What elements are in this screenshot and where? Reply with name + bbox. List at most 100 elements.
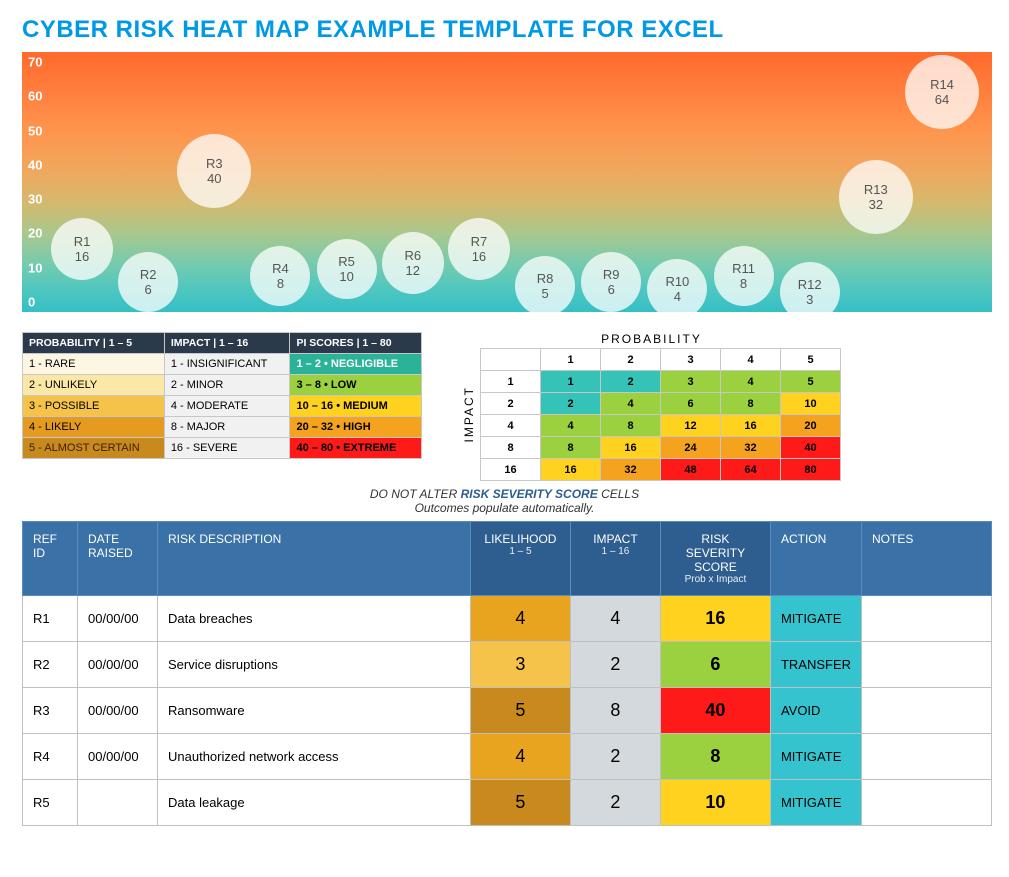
matrix-cell: 80 <box>781 459 841 481</box>
matrix-cell: 16 <box>601 437 661 459</box>
bubble-r9: R96 <box>581 252 641 312</box>
table-row: R400/00/00Unauthorized network access428… <box>23 734 992 780</box>
cell-likelihood: 5 <box>470 780 570 826</box>
legend-pi: 20 – 32 • HIGH <box>290 417 422 438</box>
matrix-col-header: 5 <box>781 349 841 371</box>
legend-impact: 8 - MAJOR <box>164 417 290 438</box>
matrix-row-header: 2 <box>481 393 541 415</box>
legend-impact: 4 - MODERATE <box>164 396 290 417</box>
cell-desc: Ransomware <box>158 688 471 734</box>
cell-impact: 2 <box>570 780 660 826</box>
matrix-cell: 32 <box>721 437 781 459</box>
cell-impact: 8 <box>570 688 660 734</box>
th-impact-sub: 1 – 16 <box>581 546 650 557</box>
matrix-cell: 16 <box>541 459 601 481</box>
matrix-cell: 6 <box>661 393 721 415</box>
cell-ref: R2 <box>23 642 78 688</box>
bubble-r12: R123 <box>780 262 840 322</box>
note-line2: Outcomes populate automatically. <box>16 501 993 515</box>
y-tick: 40 <box>28 157 42 172</box>
cell-desc: Unauthorized network access <box>158 734 471 780</box>
cell-notes <box>862 596 992 642</box>
cell-desc: Data leakage <box>158 780 471 826</box>
legend-pi: 3 – 8 • LOW <box>290 375 422 396</box>
y-tick: 20 <box>28 226 42 241</box>
cell-score: 6 <box>660 642 770 688</box>
y-tick: 30 <box>28 192 42 207</box>
matrix-cell: 40 <box>781 437 841 459</box>
matrix-cell: 16 <box>721 415 781 437</box>
y-tick: 50 <box>28 123 42 138</box>
cell-notes <box>862 688 992 734</box>
th-likelihood-sub: 1 – 5 <box>481 546 560 557</box>
bubble-r8: R85 <box>515 256 575 316</box>
heat-matrix: PROBABILITY IMPACT 123451123452246810448… <box>462 332 841 481</box>
th-impact: IMPACT 1 – 16 <box>570 522 660 596</box>
matrix-row-header: 4 <box>481 415 541 437</box>
legend-row: 3 - POSSIBLE4 - MODERATE10 – 16 • MEDIUM <box>23 396 422 417</box>
matrix-row-header: 8 <box>481 437 541 459</box>
legend-table: PROBABILITY | 1 – 5 IMPACT | 1 – 16 PI S… <box>22 332 422 459</box>
legend-row: 4 - LIKELY8 - MAJOR20 – 32 • HIGH <box>23 417 422 438</box>
legend-prob: 4 - LIKELY <box>23 417 165 438</box>
bubble-r2: R26 <box>118 252 178 312</box>
note-block: DO NOT ALTER RISK SEVERITY SCORE CELLS O… <box>16 487 993 515</box>
legend-header-impact: IMPACT | 1 – 16 <box>164 333 290 354</box>
cell-likelihood: 5 <box>470 688 570 734</box>
legend-prob: 2 - UNLIKELY <box>23 375 165 396</box>
matrix-ylabel: IMPACT <box>462 386 476 442</box>
risk-table: REF ID DATE RAISED RISK DESCRIPTION LIKE… <box>22 521 992 826</box>
matrix-col-header: 3 <box>661 349 721 371</box>
legend-pi: 10 – 16 • MEDIUM <box>290 396 422 417</box>
bubble-r14: R1464 <box>905 55 979 129</box>
y-tick: 0 <box>28 295 35 310</box>
matrix-cell: 20 <box>781 415 841 437</box>
cell-date: 00/00/00 <box>78 596 158 642</box>
legend-header-probability: PROBABILITY | 1 – 5 <box>23 333 165 354</box>
cell-score: 16 <box>660 596 770 642</box>
th-score-label: RISK SEVERITY SCORE <box>686 532 745 574</box>
matrix-row-header: 1 <box>481 371 541 393</box>
bubble-r4: R48 <box>250 246 310 306</box>
legend-prob: 1 - RARE <box>23 354 165 375</box>
cell-likelihood: 3 <box>470 642 570 688</box>
matrix-cell: 2 <box>601 371 661 393</box>
table-row: R200/00/00Service disruptions326TRANSFER <box>23 642 992 688</box>
bubble-r1: R116 <box>51 218 113 280</box>
note-strong: RISK SEVERITY SCORE <box>461 487 598 501</box>
cell-score: 10 <box>660 780 770 826</box>
th-score: RISK SEVERITY SCORE Prob x Impact <box>660 522 770 596</box>
cell-date: 00/00/00 <box>78 688 158 734</box>
cell-action: MITIGATE <box>770 734 861 780</box>
note-suffix: CELLS <box>598 487 639 501</box>
cell-ref: R4 <box>23 734 78 780</box>
th-likelihood: LIKELIHOOD 1 – 5 <box>470 522 570 596</box>
matrix-cell: 12 <box>661 415 721 437</box>
y-tick: 10 <box>28 260 42 275</box>
matrix-table: 1234511234522468104481216208816243240161… <box>480 348 841 481</box>
matrix-xlabel: PROBABILITY <box>601 332 702 346</box>
matrix-cell: 10 <box>781 393 841 415</box>
cell-impact: 4 <box>570 596 660 642</box>
bubble-r11: R118 <box>714 246 774 306</box>
y-tick: 60 <box>28 89 42 104</box>
cell-notes <box>862 734 992 780</box>
bubble-r13: R1332 <box>839 160 913 234</box>
th-action: ACTION <box>770 522 861 596</box>
page-title: CYBER RISK HEAT MAP EXAMPLE TEMPLATE FOR… <box>22 16 993 44</box>
matrix-cell: 5 <box>781 371 841 393</box>
cell-action: AVOID <box>770 688 861 734</box>
bubble-chart: 010203040506070R116R26R340R48R510R612R71… <box>22 52 992 312</box>
cell-action: MITIGATE <box>770 780 861 826</box>
matrix-cell: 2 <box>541 393 601 415</box>
cell-notes <box>862 642 992 688</box>
cell-ref: R5 <box>23 780 78 826</box>
cell-ref: R1 <box>23 596 78 642</box>
matrix-cell: 3 <box>661 371 721 393</box>
table-row: R300/00/00Ransomware5840AVOID <box>23 688 992 734</box>
matrix-cell: 1 <box>541 371 601 393</box>
y-tick: 70 <box>28 55 42 70</box>
table-row: R5 Data leakage5210MITIGATE <box>23 780 992 826</box>
matrix-cell: 4 <box>721 371 781 393</box>
cell-date <box>78 780 158 826</box>
